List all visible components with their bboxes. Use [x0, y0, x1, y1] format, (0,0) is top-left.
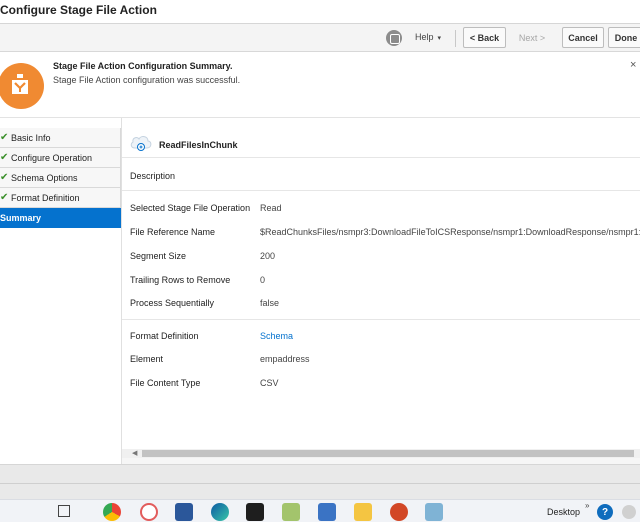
os-taskbar: Desktop » ? — [0, 499, 640, 522]
powerpoint-icon[interactable] — [390, 503, 408, 521]
stage-file-icon — [0, 63, 44, 109]
check-icon: ✔ — [0, 132, 9, 143]
field-label: File Content Type — [130, 378, 201, 388]
file-explorer-icon[interactable] — [354, 503, 372, 521]
app-window: Configure Stage File Action Help ▾ < Back… — [0, 0, 640, 522]
toolbar: Help ▾ < Back Next > Cancel Done — [0, 24, 640, 52]
edge-icon[interactable] — [211, 503, 229, 521]
nav-item-format-definition[interactable]: ✔ Format Definition — [0, 188, 121, 208]
nav-item-summary[interactable]: Summary — [0, 208, 121, 228]
field-value: 0 — [260, 275, 266, 285]
field-label: Trailing Rows to Remove — [130, 275, 231, 285]
notepad-icon[interactable] — [282, 503, 300, 521]
wizard-nav: ✔ Basic Info ✔ Configure Operation ✔ Sch… — [0, 128, 121, 228]
back-button[interactable]: < Back — [463, 27, 506, 48]
done-button[interactable]: Done — [608, 27, 640, 48]
help-icon[interactable]: ? — [597, 504, 613, 520]
app-icon[interactable] — [425, 503, 443, 521]
chevron-icon[interactable]: » — [585, 501, 589, 510]
check-icon: ✔ — [0, 192, 9, 203]
help-label: Help — [415, 32, 434, 42]
nav-item-label: Summary — [0, 212, 42, 223]
cancel-button[interactable]: Cancel — [562, 27, 604, 48]
notification-message: Stage File Action configuration was succ… — [53, 75, 241, 85]
nav-item-configure-operation[interactable]: ✔ Configure Operation — [0, 148, 121, 168]
horizontal-scrollbar[interactable]: ◀ — [122, 449, 640, 458]
schema-link[interactable]: Schema — [260, 331, 293, 341]
field-value: 200 — [260, 251, 276, 261]
nav-item-label: Basic Info — [11, 132, 51, 143]
description-label: Description — [130, 171, 176, 181]
file-stack-icon — [12, 74, 28, 94]
nav-item-label: Configure Operation — [11, 152, 93, 163]
resource-name: ReadFilesInChunk — [159, 140, 238, 150]
field-value: $ReadChunksFiles/nsmpr3:DownloadFileToIC… — [260, 227, 640, 237]
adapter-badge-icon[interactable] — [386, 30, 402, 46]
field-label: Format Definition — [130, 331, 199, 341]
field-value: false — [260, 298, 280, 308]
field-value: empaddress — [260, 354, 310, 364]
notification-banner: Stage File Action Configuration Summary.… — [0, 52, 640, 118]
word-icon[interactable] — [175, 503, 193, 521]
title-bar: Configure Stage File Action — [0, 0, 640, 24]
cloud-adapter-icon — [130, 136, 152, 151]
field-label: File Reference Name — [130, 227, 216, 237]
divider — [0, 483, 640, 484]
field-value: Read — [260, 203, 282, 213]
snip-tool-icon[interactable] — [140, 503, 158, 521]
network-icon[interactable] — [622, 505, 636, 519]
summary-panel: ReadFilesInChunk Description Selected St… — [121, 118, 640, 464]
field-value: CSV — [260, 378, 279, 388]
field-label: Process Sequentially — [130, 298, 215, 308]
window-title: Configure Stage File Action — [0, 3, 157, 17]
field-label: Selected Stage File Operation — [130, 203, 251, 213]
divider — [122, 190, 640, 191]
field-label: Segment Size — [130, 251, 187, 261]
notification-title: Stage File Action Configuration Summary. — [53, 61, 233, 71]
help-menu[interactable]: Help ▾ — [415, 32, 441, 42]
check-icon: ✔ — [0, 172, 9, 183]
terminal-icon[interactable] — [246, 503, 264, 521]
task-view-icon[interactable] — [58, 505, 70, 517]
check-icon: ✔ — [0, 152, 9, 163]
panel-header: ReadFilesInChunk — [122, 122, 640, 158]
network-app-icon[interactable] — [318, 503, 336, 521]
desktop-label[interactable]: Desktop — [547, 507, 580, 517]
nav-item-basic-info[interactable]: ✔ Basic Info — [0, 128, 121, 148]
chrome-icon[interactable] — [103, 503, 121, 521]
close-icon[interactable]: × — [630, 59, 636, 71]
nav-item-label: Schema Options — [11, 172, 78, 183]
next-button[interactable]: Next > — [511, 27, 553, 48]
divider — [122, 319, 640, 320]
nav-item-label: Format Definition — [11, 192, 80, 203]
nav-item-schema-options[interactable]: ✔ Schema Options — [0, 168, 121, 188]
chevron-down-icon: ▾ — [437, 35, 442, 42]
window-bottom-band — [0, 464, 640, 499]
toolbar-divider — [455, 30, 456, 47]
scrollbar-thumb[interactable] — [142, 450, 634, 457]
field-label: Element — [130, 354, 164, 364]
scroll-left-icon[interactable]: ◀ — [132, 449, 137, 457]
